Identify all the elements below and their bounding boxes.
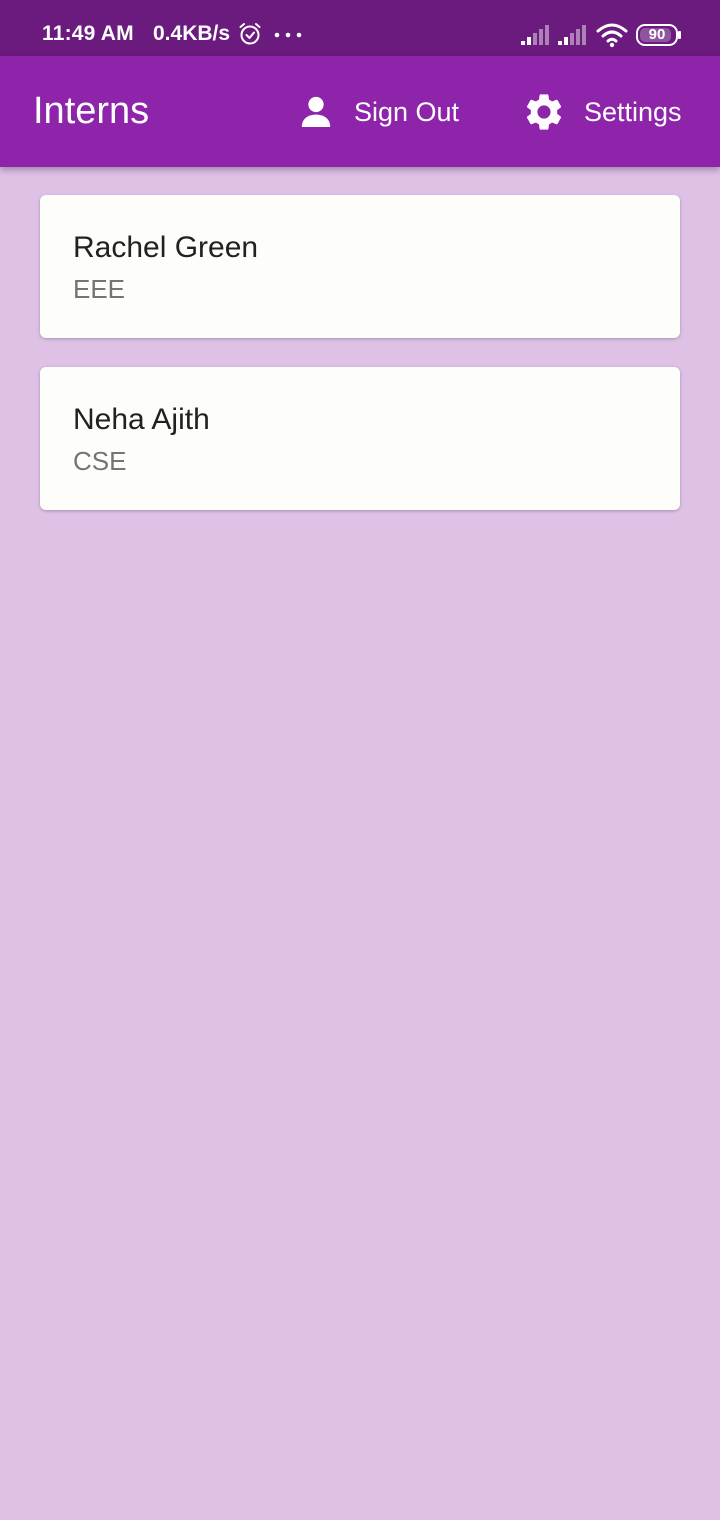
status-time: 11:49 AM	[42, 22, 134, 45]
status-bar: 11:49 AM 0.4KB/s 90	[0, 0, 720, 56]
page-title: Interns	[33, 90, 150, 132]
network-speed: 0.4KB/s	[153, 22, 231, 45]
app-bar: Interns Sign Out Settings	[0, 56, 720, 167]
intern-department: EEE	[73, 274, 126, 304]
intern-card[interactable]: Rachel Green EEE	[40, 195, 680, 338]
person-icon	[301, 96, 331, 127]
sign-out-label: Sign Out	[354, 96, 460, 127]
battery-level: 90	[648, 26, 666, 43]
sign-out-button[interactable]: Sign Out	[296, 90, 459, 134]
alarm-icon	[239, 23, 261, 45]
intern-name: Rachel Green	[73, 231, 259, 264]
intern-card[interactable]: Neha Ajith CSE	[40, 367, 680, 510]
settings-button[interactable]: Settings	[522, 90, 682, 134]
settings-label: Settings	[584, 96, 682, 127]
intern-name: Neha Ajith	[73, 403, 210, 436]
wifi-icon	[596, 23, 628, 48]
intern-list: Rachel Green EEE Neha Ajith CSE	[40, 195, 680, 539]
intern-department: CSE	[73, 446, 127, 476]
signal-icon	[521, 25, 549, 45]
signal-icon	[558, 25, 586, 45]
gear-icon	[526, 94, 562, 130]
more-dots-icon	[274, 32, 302, 38]
